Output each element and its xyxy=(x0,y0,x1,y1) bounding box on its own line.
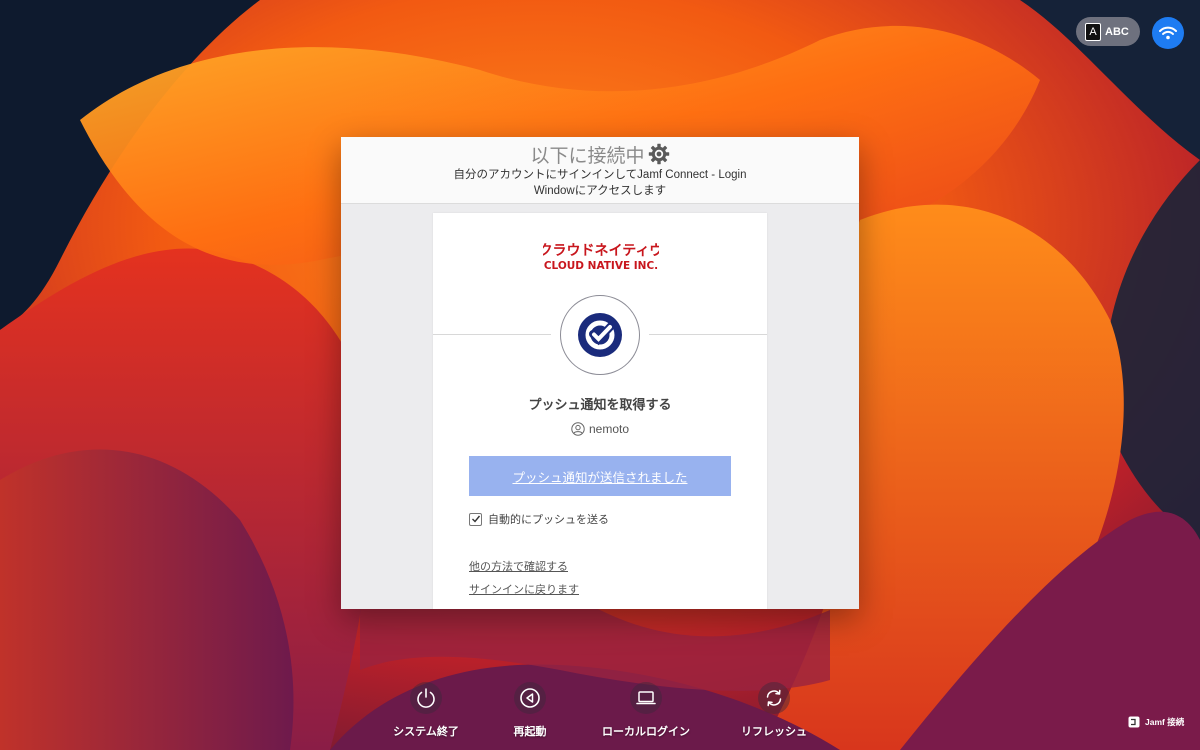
restart-label: 再起動 xyxy=(513,726,547,738)
window-title: 以下に接続中 xyxy=(530,145,645,167)
user-icon xyxy=(571,422,585,436)
logo-english: CLOUD NATIVE INC. xyxy=(544,260,658,272)
login-window-header: 以下に接続中 自分のアカウントにサインインしてJamf Connect - Lo… xyxy=(341,137,859,204)
power-icon xyxy=(417,688,435,708)
refresh-label: リフレッシュ xyxy=(741,726,807,738)
push-sent-button[interactable]: プッシュ通知が送信されました xyxy=(469,456,731,496)
other-method-link[interactable]: 他の方法で確認する xyxy=(469,558,568,574)
title-row: 以下に接続中 xyxy=(341,140,859,168)
auto-push-label: 自動的にプッシュを送る xyxy=(488,514,609,526)
local-login-button[interactable]: ローカルログイン xyxy=(586,682,706,739)
okta-verify-icon xyxy=(578,313,622,357)
input-source-label: ABC xyxy=(1105,25,1129,38)
login-window: 以下に接続中 自分のアカウントにサインインしてJamf Connect - Lo… xyxy=(341,137,859,609)
verify-badge xyxy=(560,295,640,375)
divider-right xyxy=(649,334,767,335)
window-subtitle: 自分のアカウントにサインインしてJamf Connect - Login Win… xyxy=(401,168,799,199)
window-subtitle-line1: 自分のアカウントにサインインしてJamf Connect - Login xyxy=(453,169,747,181)
local-login-icon-wrap xyxy=(630,682,662,714)
back-to-signin-link[interactable]: サインインに戻ります xyxy=(469,581,579,597)
restart-icon-wrap xyxy=(514,682,546,714)
shutdown-button[interactable]: システム終了 xyxy=(366,682,486,739)
refresh-icon-wrap xyxy=(758,682,790,714)
auto-push-checkbox[interactable] xyxy=(469,512,482,526)
company-logo: クラウドネイティヴ CLOUD NATIVE INC. xyxy=(543,242,659,272)
user-row: nemoto xyxy=(433,421,767,437)
keyboard-input-icon: A xyxy=(1085,22,1101,41)
jamf-logo-icon xyxy=(1128,716,1140,728)
input-source-indicator[interactable]: A ABC xyxy=(1076,17,1140,46)
wifi-button[interactable] xyxy=(1152,17,1184,49)
divider-left xyxy=(433,334,551,335)
window-subtitle-line2: Windowにアクセスします xyxy=(533,184,667,197)
wifi-icon xyxy=(1159,26,1177,40)
shutdown-icon-wrap xyxy=(410,682,442,714)
laptop-icon xyxy=(636,691,656,705)
checkmark-icon xyxy=(471,515,480,523)
jamf-connect-badge: Jamf 接続 xyxy=(1128,715,1184,729)
local-login-label: ローカルログイン xyxy=(602,726,690,738)
push-title: プッシュ通知を取得する xyxy=(528,397,672,412)
gear-icon xyxy=(648,143,669,165)
refresh-button[interactable]: リフレッシュ xyxy=(714,682,834,739)
restart-icon xyxy=(520,688,540,708)
shutdown-label: システム終了 xyxy=(393,726,459,738)
okta-verify-card: クラウドネイティヴ CLOUD NATIVE INC. プッシュ通知を取得する … xyxy=(433,213,767,609)
restart-button[interactable]: 再起動 xyxy=(470,682,590,739)
jamf-connect-label: Jamf 接続 xyxy=(1145,717,1185,727)
logo-japanese: クラウドネイティヴ xyxy=(543,242,659,259)
auto-push-option[interactable]: 自動的にプッシュを送る xyxy=(469,511,609,527)
username: nemoto xyxy=(588,422,630,436)
refresh-icon xyxy=(766,689,782,707)
